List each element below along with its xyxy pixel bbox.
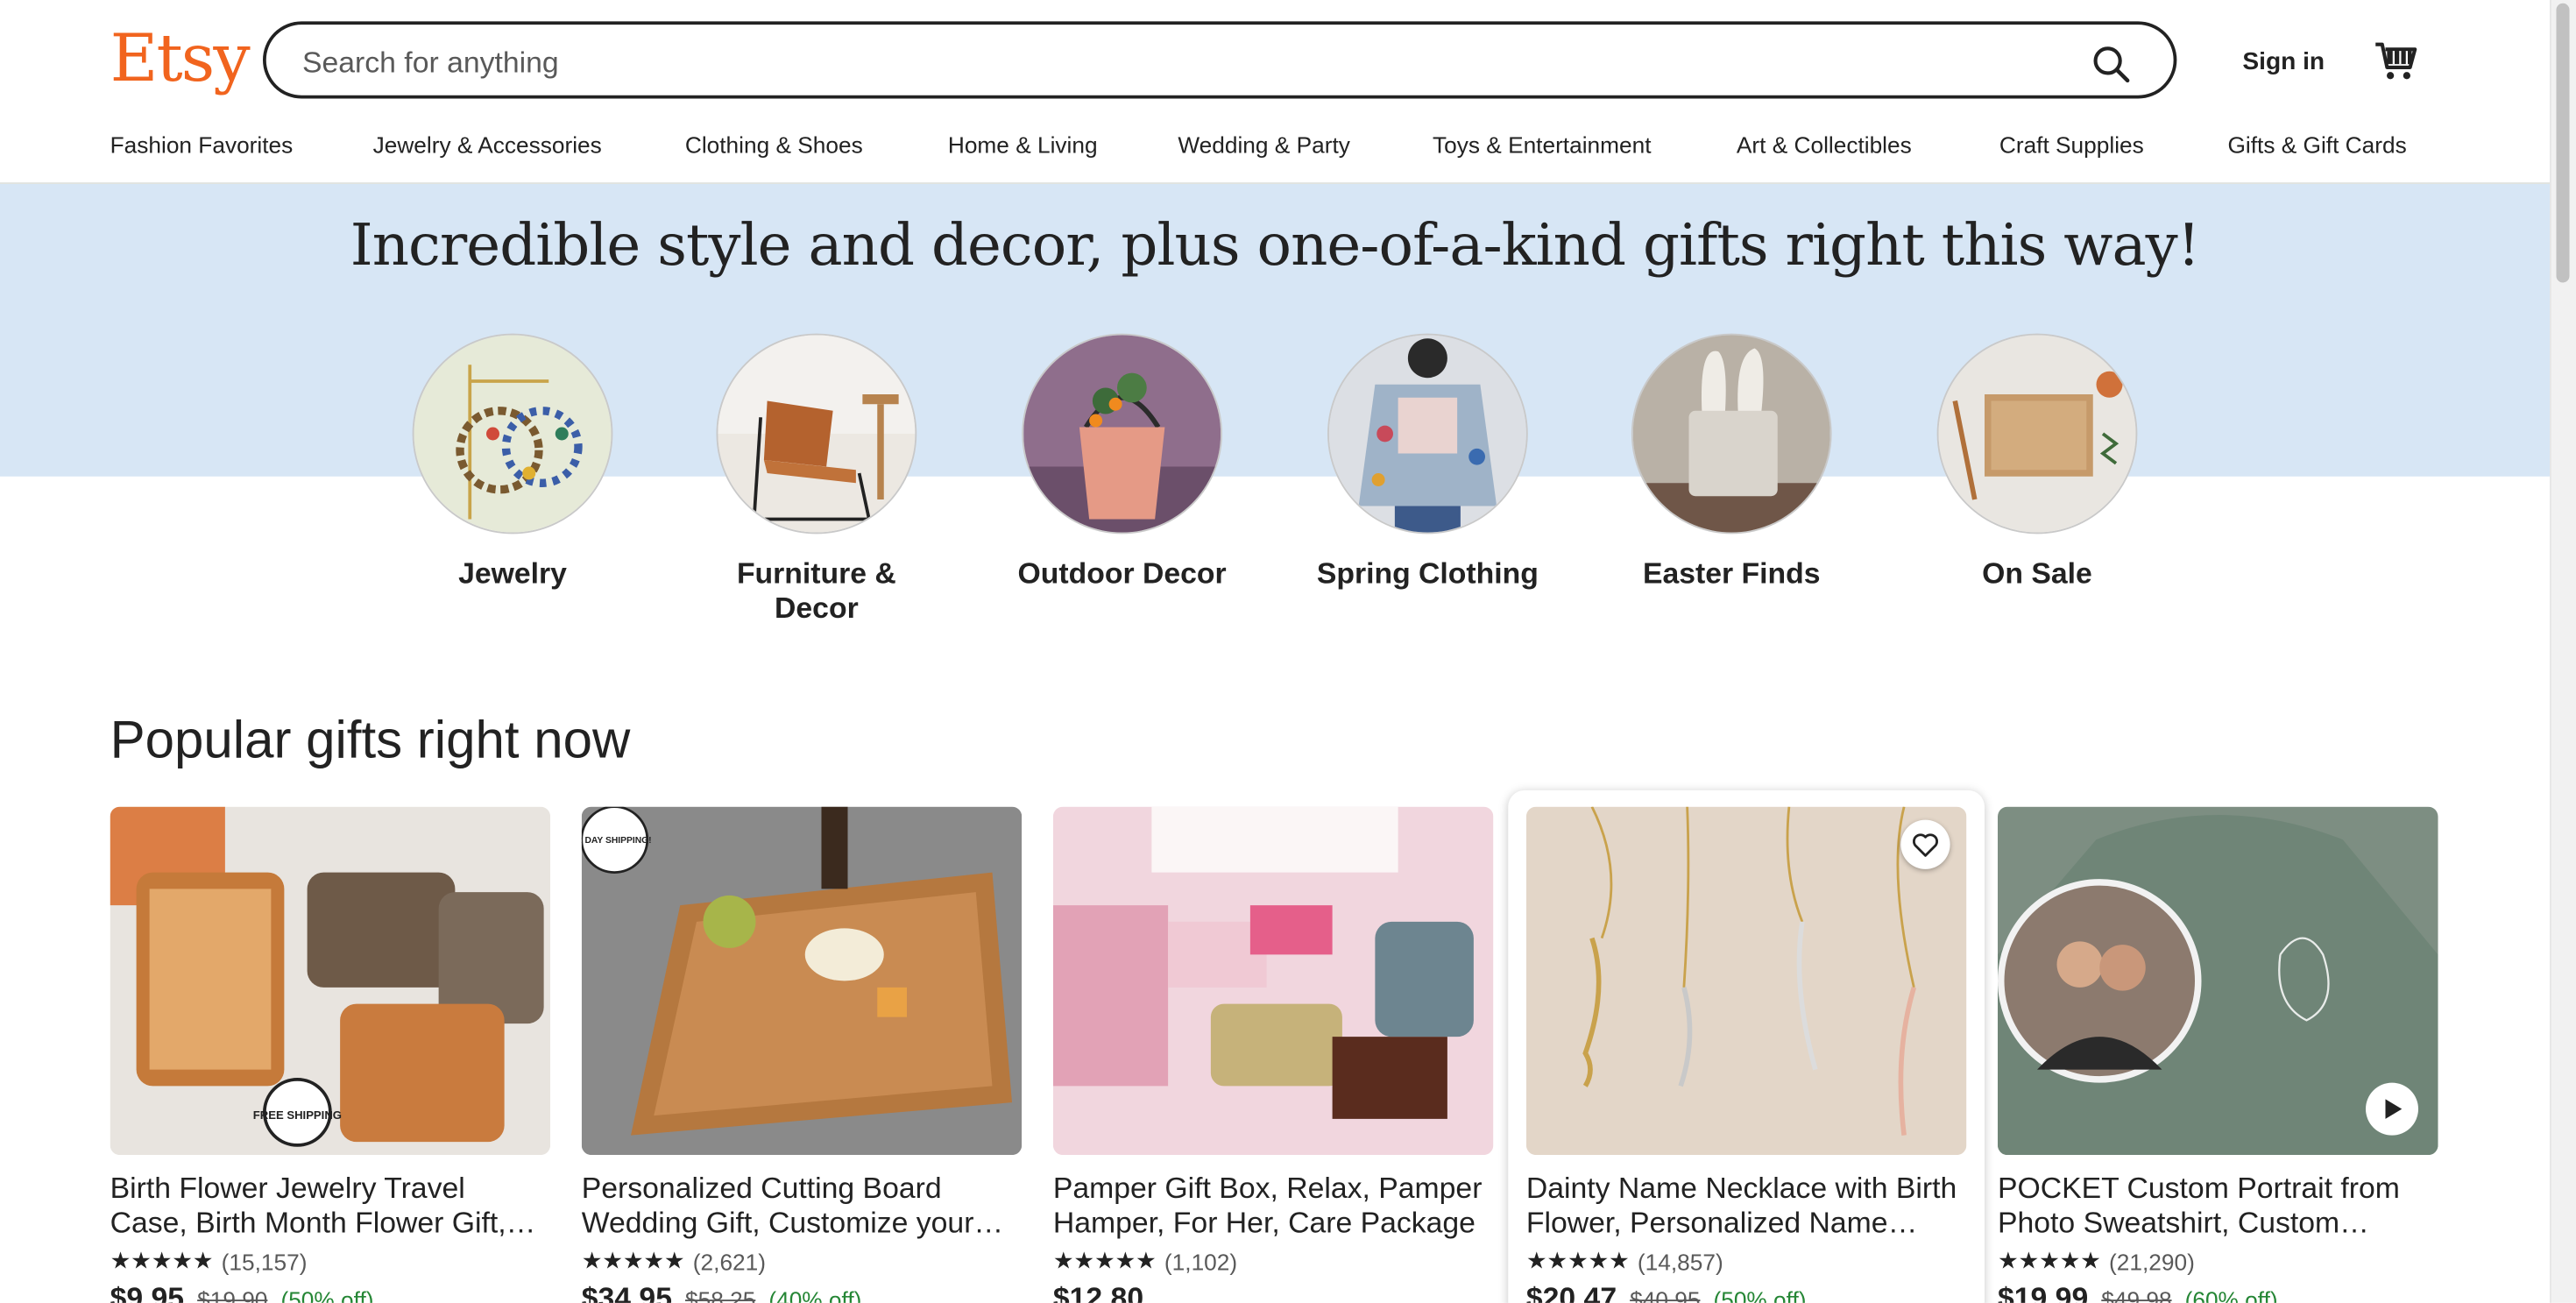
product-price: $12.80	[1053, 1282, 1494, 1303]
original-price: $58.25	[685, 1286, 756, 1303]
sign-in-link[interactable]: Sign in	[2242, 47, 2325, 75]
product-rating: ★★★★★ (2,621)	[582, 1247, 1023, 1275]
free-shipping-badge: FREE SHIPPING	[253, 1108, 342, 1122]
product-card[interactable]: Pamper Gift Box, Relax, Pamper Hamper, F…	[1052, 806, 1494, 1303]
discount-label: (50% off)	[1713, 1286, 1807, 1303]
category-label: Easter Finds	[1642, 556, 1821, 591]
product-image	[1052, 806, 1494, 1156]
furniture-image	[716, 333, 917, 535]
category-label: Outdoor Decor	[1017, 556, 1227, 591]
product-title: Pamper Gift Box, Relax, Pamper Hamper, F…	[1052, 1171, 1483, 1239]
nav-item-gifts-gift-cards[interactable]: Gifts & Gift Cards	[2228, 131, 2407, 158]
rating-count: (14,857)	[1637, 1248, 1723, 1275]
nav-item-fashion-favorites[interactable]: Fashion Favorites	[110, 131, 294, 158]
jewelry-image	[412, 333, 613, 535]
star-rating-icon: ★★★★★	[1525, 1247, 1630, 1274]
category-label: Spring Clothing	[1316, 556, 1539, 591]
product-rating: ★★★★★ (15,157)	[110, 1247, 551, 1275]
product-card[interactable]: 2 DAY SHIPPING! Personalized Cutting Boa…	[581, 806, 1023, 1303]
outdoor-decor-image	[1022, 333, 1222, 535]
product-image	[1525, 806, 1967, 1156]
star-rating-icon: ★★★★★	[1998, 1247, 2101, 1274]
sale-price: $20.47	[1525, 1281, 1617, 1303]
nav-item-clothing-shoes[interactable]: Clothing & Shoes	[685, 131, 863, 158]
product-rating: ★★★★★ (1,102)	[1053, 1247, 1494, 1275]
search-icon[interactable]	[2091, 45, 2131, 84]
category-easter-finds[interactable]: Easter Finds	[1631, 333, 1832, 591]
favorite-button[interactable]	[1900, 819, 1950, 869]
play-icon	[2385, 1099, 2403, 1119]
sale-price: $34.95	[581, 1281, 672, 1303]
two-day-shipping-badge: 2 DAY SHIPPING!	[582, 836, 652, 846]
sale-price: $19.99	[1998, 1281, 2089, 1303]
star-rating-icon: ★★★★★	[581, 1247, 685, 1274]
product-price: $9.95 $19.90 (50% off)	[110, 1282, 551, 1303]
product-image: 2 DAY SHIPPING!	[581, 806, 1023, 1156]
nav-item-toys-entertainment[interactable]: Toys & Entertainment	[1433, 131, 1651, 158]
rating-count: (2,621)	[692, 1248, 766, 1275]
product-rating: ★★★★★ (14,857)	[1526, 1247, 1967, 1275]
category-label: On Sale	[1982, 556, 2092, 591]
etsy-logo[interactable]: Etsy	[110, 20, 251, 99]
original-price: $49.98	[2101, 1286, 2172, 1303]
easter-finds-image	[1631, 333, 1832, 535]
hero-title: Incredible style and decor, plus one-of-…	[350, 213, 2200, 280]
category-jewelry[interactable]: Jewelry	[412, 333, 613, 591]
product-card[interactable]: FREE SHIPPING Birth Flower Jewelry Trave…	[110, 806, 551, 1303]
product-image: FREE SHIPPING	[110, 806, 551, 1156]
original-price: $19.90	[197, 1286, 268, 1303]
nav-item-jewelry-accessories[interactable]: Jewelry & Accessories	[373, 131, 602, 158]
product-card[interactable]: Dainty Name Necklace with Birth Flower, …	[1525, 806, 1967, 1303]
product-image	[1998, 806, 2438, 1156]
category-nav: Fashion Favorites Jewelry & Accessories …	[0, 131, 2576, 167]
category-on-sale[interactable]: On Sale	[1936, 333, 2138, 591]
search-bar[interactable]	[263, 21, 2177, 99]
discount-label: (50% off)	[280, 1286, 374, 1303]
product-title: POCKET Custom Portrait from Photo Sweats…	[1998, 1171, 2400, 1239]
product-price: $20.47 $40.95 (50% off)	[1526, 1282, 1967, 1303]
star-rating-icon: ★★★★★	[110, 1247, 214, 1274]
search-input[interactable]	[299, 39, 2048, 86]
product-title: Dainty Name Necklace with Birth Flower, …	[1525, 1171, 1957, 1239]
rating-count: (15,157)	[221, 1248, 308, 1275]
category-spring-clothing[interactable]: Spring Clothing	[1317, 333, 1539, 591]
product-price: $34.95 $58.25 (40% off)	[582, 1282, 1023, 1303]
scrollbar-thumb[interactable]	[2556, 3, 2570, 283]
rating-count: (1,102)	[1164, 1248, 1238, 1275]
product-title: Birth Flower Jewelry Travel Case, Birth …	[110, 1171, 506, 1239]
section-title: Popular gifts right now	[110, 710, 631, 769]
discount-label: (60% off)	[2184, 1286, 2278, 1303]
cart-icon[interactable]	[2374, 39, 2418, 84]
nav-item-home-living[interactable]: Home & Living	[948, 131, 1098, 158]
rating-count: (21,290)	[2109, 1248, 2195, 1275]
product-card[interactable]: POCKET Custom Portrait from Photo Sweats…	[1998, 806, 2438, 1303]
original-price: $40.95	[1630, 1286, 1701, 1303]
nav-item-wedding-party[interactable]: Wedding & Party	[1178, 131, 1349, 158]
star-rating-icon: ★★★★★	[1052, 1247, 1157, 1274]
product-rating: ★★★★★ (21,290)	[1998, 1247, 2438, 1275]
nav-item-craft-supplies[interactable]: Craft Supplies	[1999, 131, 2144, 158]
heart-icon	[1913, 833, 1938, 857]
on-sale-image	[1936, 333, 2138, 535]
category-label: Jewelry	[458, 556, 567, 591]
sale-price: $12.80	[1052, 1281, 1144, 1303]
product-price: $19.99 $49.98 (60% off)	[1998, 1282, 2438, 1303]
sale-price: $9.95	[110, 1281, 185, 1303]
nav-item-art-collectibles[interactable]: Art & Collectibles	[1737, 131, 1912, 158]
discount-label: (40% off)	[768, 1286, 862, 1303]
play-video-button[interactable]	[2366, 1082, 2418, 1136]
category-outdoor-decor[interactable]: Outdoor Decor	[1018, 333, 1227, 591]
category-furniture-decor[interactable]: Furniture & Decor	[716, 333, 917, 627]
spring-clothing-image	[1327, 333, 1528, 535]
product-title: Personalized Cutting Board Wedding Gift,…	[581, 1171, 974, 1239]
category-label: Furniture & Decor	[736, 556, 896, 625]
